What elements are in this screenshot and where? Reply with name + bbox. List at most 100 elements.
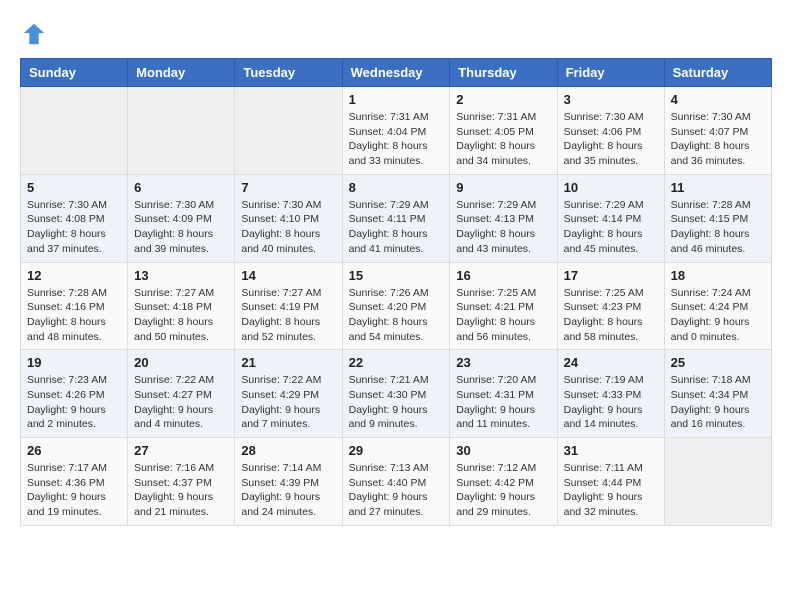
calendar-cell: 31Sunrise: 7:11 AM Sunset: 4:44 PM Dayli… bbox=[557, 438, 664, 526]
weekday-header: Sunday bbox=[21, 59, 128, 87]
calendar-cell: 9 Sunrise: 7:29 AM Sunset: 4:13 PM Daylig… bbox=[450, 174, 557, 262]
day-number: 24 bbox=[564, 355, 658, 370]
calendar-cell: 1Sunrise: 7:31 AM Sunset: 4:04 PM Daylig… bbox=[342, 87, 450, 175]
calendar-cell: 24 Sunrise: 7:19 AM Sunset: 4:33 PM Dayli… bbox=[557, 350, 664, 438]
day-number: 7 bbox=[241, 180, 335, 195]
day-number: 1 bbox=[349, 92, 444, 107]
day-info: Sunrise: 7:26 AM Sunset: 4:20 PM Dayligh… bbox=[349, 286, 444, 345]
calendar-cell: 19Sunrise: 7:23 AM Sunset: 4:26 PM Dayli… bbox=[21, 350, 128, 438]
day-number: 14 bbox=[241, 268, 335, 283]
day-info: Sunrise: 7:12 AM Sunset: 4:42 PM Dayligh… bbox=[456, 461, 550, 520]
calendar-week-row: 19Sunrise: 7:23 AM Sunset: 4:26 PM Dayli… bbox=[21, 350, 772, 438]
day-number: 18 bbox=[671, 268, 765, 283]
day-number: 21 bbox=[241, 355, 335, 370]
day-number: 5 bbox=[27, 180, 121, 195]
calendar-table: SundayMondayTuesdayWednesdayThursdayFrid… bbox=[20, 58, 772, 526]
calendar-cell: 17 Sunrise: 7:25 AM Sunset: 4:23 PM Dayli… bbox=[557, 262, 664, 350]
weekday-header: Thursday bbox=[450, 59, 557, 87]
day-info: Sunrise: 7:30 AM Sunset: 4:07 PM Dayligh… bbox=[671, 110, 765, 169]
calendar-cell bbox=[664, 438, 771, 526]
day-info: Sunrise: 7:30 AM Sunset: 4:10 PM Dayligh… bbox=[241, 198, 335, 257]
calendar-cell: 2Sunrise: 7:31 AM Sunset: 4:05 PM Daylig… bbox=[450, 87, 557, 175]
calendar-cell bbox=[128, 87, 235, 175]
day-number: 6 bbox=[134, 180, 228, 195]
calendar-cell bbox=[235, 87, 342, 175]
day-info: Sunrise: 7:18 AM Sunset: 4:34 PM Dayligh… bbox=[671, 373, 765, 432]
day-number: 29 bbox=[349, 443, 444, 458]
day-info: Sunrise: 7:24 AM Sunset: 4:24 PM Dayligh… bbox=[671, 286, 765, 345]
day-info: Sunrise: 7:21 AM Sunset: 4:30 PM Dayligh… bbox=[349, 373, 444, 432]
day-info: Sunrise: 7:29 AM Sunset: 4:13 PM Dayligh… bbox=[456, 198, 550, 257]
logo-icon bbox=[20, 20, 48, 48]
day-number: 13 bbox=[134, 268, 228, 283]
calendar-week-row: 26Sunrise: 7:17 AM Sunset: 4:36 PM Dayli… bbox=[21, 438, 772, 526]
day-number: 9 bbox=[456, 180, 550, 195]
calendar-cell: 21 Sunrise: 7:22 AM Sunset: 4:29 PM Dayli… bbox=[235, 350, 342, 438]
day-info: Sunrise: 7:14 AM Sunset: 4:39 PM Dayligh… bbox=[241, 461, 335, 520]
calendar-cell: 14 Sunrise: 7:27 AM Sunset: 4:19 PM Dayli… bbox=[235, 262, 342, 350]
day-info: Sunrise: 7:22 AM Sunset: 4:29 PM Dayligh… bbox=[241, 373, 335, 432]
day-info: Sunrise: 7:17 AM Sunset: 4:36 PM Dayligh… bbox=[27, 461, 121, 520]
calendar-cell: 18 Sunrise: 7:24 AM Sunset: 4:24 PM Dayli… bbox=[664, 262, 771, 350]
day-number: 16 bbox=[456, 268, 550, 283]
calendar-cell: 4 Sunrise: 7:30 AM Sunset: 4:07 PM Daylig… bbox=[664, 87, 771, 175]
day-number: 4 bbox=[671, 92, 765, 107]
day-info: Sunrise: 7:27 AM Sunset: 4:19 PM Dayligh… bbox=[241, 286, 335, 345]
day-info: Sunrise: 7:31 AM Sunset: 4:05 PM Dayligh… bbox=[456, 110, 550, 169]
calendar-cell: 8Sunrise: 7:29 AM Sunset: 4:11 PM Daylig… bbox=[342, 174, 450, 262]
day-number: 30 bbox=[456, 443, 550, 458]
calendar-cell: 30 Sunrise: 7:12 AM Sunset: 4:42 PM Dayli… bbox=[450, 438, 557, 526]
calendar-cell: 20 Sunrise: 7:22 AM Sunset: 4:27 PM Dayli… bbox=[128, 350, 235, 438]
day-number: 12 bbox=[27, 268, 121, 283]
day-number: 28 bbox=[241, 443, 335, 458]
calendar-cell: 26Sunrise: 7:17 AM Sunset: 4:36 PM Dayli… bbox=[21, 438, 128, 526]
day-info: Sunrise: 7:25 AM Sunset: 4:21 PM Dayligh… bbox=[456, 286, 550, 345]
calendar-cell: 15 Sunrise: 7:26 AM Sunset: 4:20 PM Dayli… bbox=[342, 262, 450, 350]
calendar-cell: 5 Sunrise: 7:30 AM Sunset: 4:08 PM Daylig… bbox=[21, 174, 128, 262]
day-info: Sunrise: 7:19 AM Sunset: 4:33 PM Dayligh… bbox=[564, 373, 658, 432]
day-info: Sunrise: 7:20 AM Sunset: 4:31 PM Dayligh… bbox=[456, 373, 550, 432]
calendar-cell: 11Sunrise: 7:28 AM Sunset: 4:15 PM Dayli… bbox=[664, 174, 771, 262]
day-info: Sunrise: 7:16 AM Sunset: 4:37 PM Dayligh… bbox=[134, 461, 228, 520]
day-number: 27 bbox=[134, 443, 228, 458]
day-info: Sunrise: 7:23 AM Sunset: 4:26 PM Dayligh… bbox=[27, 373, 121, 432]
weekday-header: Friday bbox=[557, 59, 664, 87]
day-number: 31 bbox=[564, 443, 658, 458]
calendar-cell: 29 Sunrise: 7:13 AM Sunset: 4:40 PM Dayli… bbox=[342, 438, 450, 526]
weekday-header: Tuesday bbox=[235, 59, 342, 87]
calendar-week-row: 5 Sunrise: 7:30 AM Sunset: 4:08 PM Daylig… bbox=[21, 174, 772, 262]
day-number: 25 bbox=[671, 355, 765, 370]
day-number: 3 bbox=[564, 92, 658, 107]
calendar-cell: 25 Sunrise: 7:18 AM Sunset: 4:34 PM Dayli… bbox=[664, 350, 771, 438]
day-info: Sunrise: 7:29 AM Sunset: 4:14 PM Dayligh… bbox=[564, 198, 658, 257]
calendar-cell: 28 Sunrise: 7:14 AM Sunset: 4:39 PM Dayli… bbox=[235, 438, 342, 526]
day-info: Sunrise: 7:27 AM Sunset: 4:18 PM Dayligh… bbox=[134, 286, 228, 345]
calendar-cell: 22 Sunrise: 7:21 AM Sunset: 4:30 PM Dayli… bbox=[342, 350, 450, 438]
day-info: Sunrise: 7:22 AM Sunset: 4:27 PM Dayligh… bbox=[134, 373, 228, 432]
day-number: 23 bbox=[456, 355, 550, 370]
day-number: 10 bbox=[564, 180, 658, 195]
calendar-cell: 10 Sunrise: 7:29 AM Sunset: 4:14 PM Dayli… bbox=[557, 174, 664, 262]
day-number: 8 bbox=[349, 180, 444, 195]
weekday-header-row: SundayMondayTuesdayWednesdayThursdayFrid… bbox=[21, 59, 772, 87]
calendar-cell: 23 Sunrise: 7:20 AM Sunset: 4:31 PM Dayli… bbox=[450, 350, 557, 438]
calendar-cell: 16 Sunrise: 7:25 AM Sunset: 4:21 PM Dayli… bbox=[450, 262, 557, 350]
day-number: 15 bbox=[349, 268, 444, 283]
calendar-cell: 7 Sunrise: 7:30 AM Sunset: 4:10 PM Daylig… bbox=[235, 174, 342, 262]
day-info: Sunrise: 7:30 AM Sunset: 4:08 PM Dayligh… bbox=[27, 198, 121, 257]
calendar-cell: 27 Sunrise: 7:16 AM Sunset: 4:37 PM Dayli… bbox=[128, 438, 235, 526]
day-info: Sunrise: 7:30 AM Sunset: 4:09 PM Dayligh… bbox=[134, 198, 228, 257]
day-number: 17 bbox=[564, 268, 658, 283]
day-number: 22 bbox=[349, 355, 444, 370]
day-info: Sunrise: 7:25 AM Sunset: 4:23 PM Dayligh… bbox=[564, 286, 658, 345]
logo bbox=[20, 20, 52, 48]
day-number: 20 bbox=[134, 355, 228, 370]
day-info: Sunrise: 7:13 AM Sunset: 4:40 PM Dayligh… bbox=[349, 461, 444, 520]
day-info: Sunrise: 7:28 AM Sunset: 4:16 PM Dayligh… bbox=[27, 286, 121, 345]
page-header bbox=[20, 20, 772, 48]
weekday-header: Monday bbox=[128, 59, 235, 87]
calendar-cell: 13 Sunrise: 7:27 AM Sunset: 4:18 PM Dayli… bbox=[128, 262, 235, 350]
day-number: 11 bbox=[671, 180, 765, 195]
calendar-cell: 6 Sunrise: 7:30 AM Sunset: 4:09 PM Daylig… bbox=[128, 174, 235, 262]
weekday-header: Saturday bbox=[664, 59, 771, 87]
